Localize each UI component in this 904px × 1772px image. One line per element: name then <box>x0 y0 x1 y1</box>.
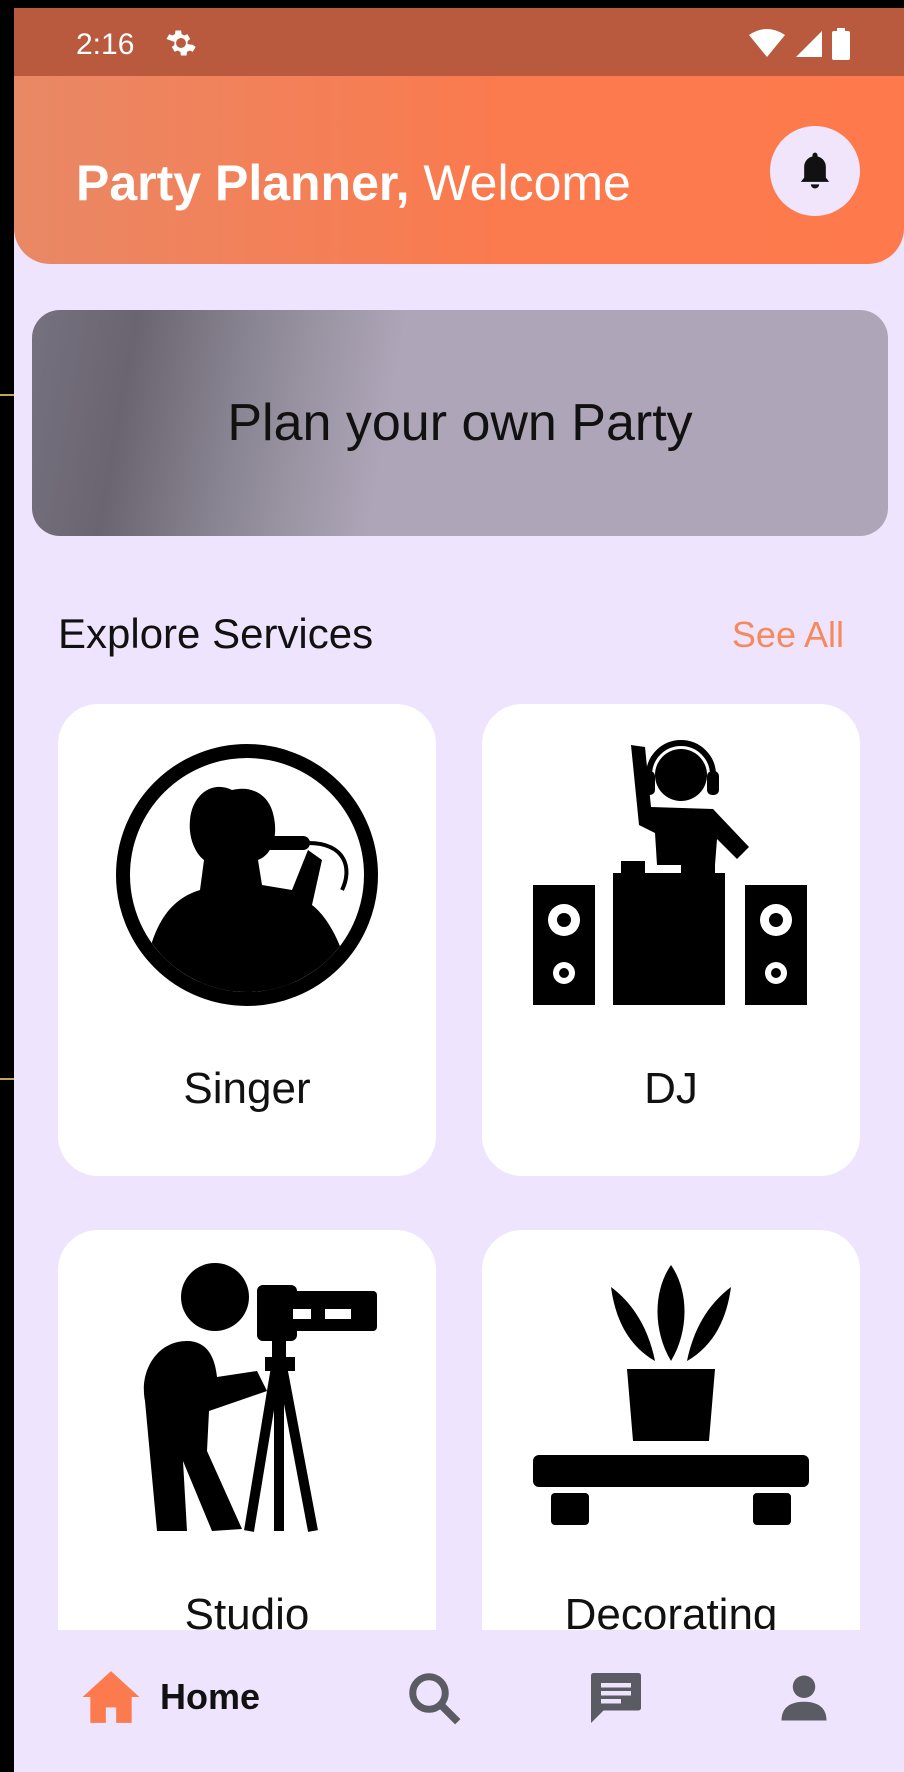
app-name: Party Planner, <box>76 155 410 211</box>
section-title: Explore Services <box>58 610 374 657</box>
signal-icon <box>796 31 822 57</box>
gear-icon <box>166 30 196 56</box>
nav-home[interactable]: Home <box>80 1668 260 1726</box>
battery-icon <box>832 28 850 60</box>
bell-icon <box>800 152 830 189</box>
service-card-dj[interactable]: DJ <box>482 704 860 1176</box>
banner-text: Plan your own Party <box>227 394 693 452</box>
status-time: 2:16 <box>76 28 135 61</box>
see-all-link[interactable]: See All <box>732 614 844 656</box>
camera-operator-icon <box>143 1263 377 1532</box>
search-icon[interactable] <box>404 1668 464 1728</box>
dj-icon <box>533 740 807 1005</box>
singer-icon <box>116 744 378 1006</box>
status-bar: 2:16 <box>14 8 904 76</box>
welcome-text: Welcome <box>409 155 631 211</box>
bottom-navigation: Home <box>14 1630 904 1772</box>
nav-home-label: Home <box>160 1676 261 1717</box>
app-header: Party Planner, Welcome <box>14 76 904 264</box>
profile-icon[interactable] <box>774 1668 834 1728</box>
chat-icon[interactable] <box>586 1668 646 1728</box>
status-icons <box>748 28 850 60</box>
app-screen: 2:16 Party Planner, Welcome Plan your ow… <box>14 8 904 1772</box>
plant-table-icon <box>533 1265 809 1525</box>
service-label: Singer <box>183 1064 311 1113</box>
notification-button[interactable] <box>770 126 860 216</box>
header-title: Party Planner, Welcome <box>76 154 631 212</box>
wifi-icon <box>749 29 785 57</box>
plan-party-banner[interactable]: Plan your own Party <box>32 310 888 536</box>
home-icon <box>82 1671 140 1723</box>
left-edge-mark <box>0 1078 14 1080</box>
left-edge-mark <box>0 394 14 396</box>
service-card-singer[interactable]: Singer <box>58 704 436 1176</box>
service-label: DJ <box>644 1064 698 1113</box>
